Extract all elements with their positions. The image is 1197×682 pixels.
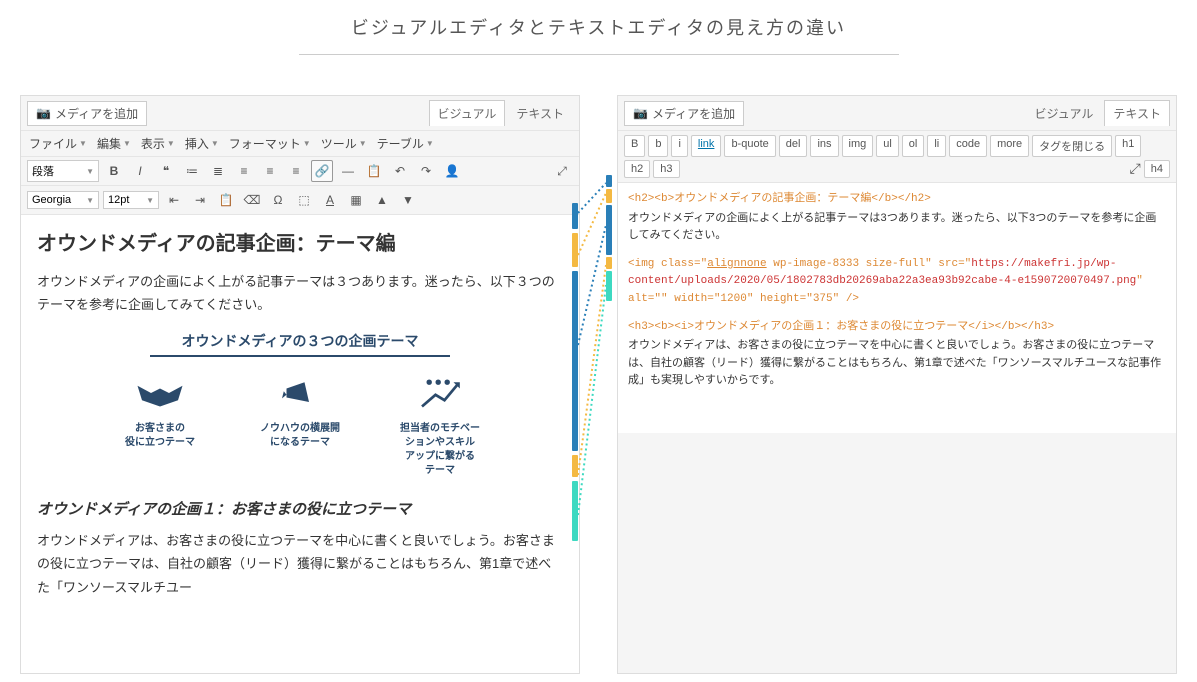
btn-li[interactable]: li — [927, 135, 946, 157]
handshake-icon — [133, 373, 187, 413]
tab-text[interactable]: テキスト — [507, 100, 573, 126]
code-line: <img class="alignnone wp-image-8333 size… — [628, 256, 1166, 309]
fullscreen-icon[interactable]: ⤢ — [1130, 160, 1141, 178]
connector-diagram — [570, 95, 614, 555]
btn-h1[interactable]: h1 — [1115, 135, 1141, 157]
tab-visual[interactable]: ビジュアル — [1026, 100, 1103, 126]
visual-content[interactable]: オウンドメディアの記事企画：テーマ編 オウンドメディアの企画によく上がる記事テー… — [21, 215, 579, 673]
content-p1: オウンドメディアの企画によく上がる記事テーマは３つあります。迷ったら、以下３つの… — [37, 270, 563, 317]
code-line: <h2><b>オウンドメディアの記事企画：テーマ編</b></h2> — [628, 191, 1166, 209]
caret-down-icon[interactable]: ▼ — [397, 189, 419, 211]
btn-ul[interactable]: ul — [876, 135, 899, 157]
toolbar-row-1: 段落▼ B I ❝ ≔ ≣ ≡ ≡ ≡ 🔗 — 📋 ↶ ↷ 👤 ⤢ — [21, 157, 579, 186]
link-button[interactable]: 🔗 — [311, 160, 333, 182]
menu-edit[interactable]: 編集▼ — [97, 135, 131, 152]
bullet-list-icon[interactable]: ≔ — [181, 160, 203, 182]
align-right-icon[interactable]: ≡ — [285, 160, 307, 182]
indent-icon[interactable]: ⇥ — [189, 189, 211, 211]
add-media-label: メディアを追加 — [652, 105, 735, 122]
bold-button[interactable]: B — [103, 160, 125, 182]
quote-icon[interactable]: ❝ — [155, 160, 177, 182]
text-content[interactable]: <h2><b>オウンドメディアの記事企画：テーマ編</b></h2> オウンドメ… — [618, 183, 1176, 433]
menu-tools[interactable]: ツール▼ — [321, 135, 367, 152]
person-icon[interactable]: 👤 — [441, 160, 463, 182]
btn-h4[interactable]: h4 — [1144, 160, 1170, 178]
tab-text[interactable]: テキスト — [1104, 100, 1170, 126]
btn-img[interactable]: img — [842, 135, 874, 157]
code-line: オウンドメディアの企画によく上がる記事テーマは3つあります。迷ったら、以下3つの… — [628, 211, 1166, 246]
undo-icon[interactable]: ↶ — [389, 160, 411, 182]
add-media-label: メディアを追加 — [55, 105, 138, 122]
code-line: オウンドメディアは、お客さまの役に立つテーマを中心に書くと良いでしょう。お客さま… — [628, 338, 1166, 391]
clip-icon[interactable]: 📋 — [363, 160, 385, 182]
menu-table[interactable]: テーブル▼ — [377, 135, 434, 152]
btn-ins[interactable]: ins — [810, 135, 838, 157]
font-select[interactable]: Georgia▼ — [27, 191, 99, 209]
code-line: <h3><b><i>オウンドメディアの企画１：お客さまの役に立つテーマ</i><… — [628, 319, 1166, 337]
theme-col-1: お客さまの 役に立つテーマ — [100, 373, 220, 478]
add-media-button[interactable]: 📷 メディアを追加 — [27, 101, 147, 126]
more-icon[interactable]: — — [337, 160, 359, 182]
btn-h3[interactable]: h3 — [653, 160, 679, 178]
growth-icon — [413, 373, 467, 413]
btn-link[interactable]: link — [691, 135, 722, 157]
align-center-icon[interactable]: ≡ — [259, 160, 281, 182]
camera-icon: 📷 — [633, 106, 648, 120]
format-icon[interactable]: ⬚ — [293, 189, 315, 211]
btn-strong[interactable]: B — [624, 135, 645, 157]
text-toolbar: B b i link b-quote del ins img ul ol li … — [618, 131, 1176, 183]
btn-ol[interactable]: ol — [902, 135, 925, 157]
color-icon[interactable]: A — [319, 189, 341, 211]
btn-more[interactable]: more — [990, 135, 1029, 157]
btn-close-tags[interactable]: タグを閉じる — [1032, 135, 1112, 157]
menu-view[interactable]: 表示▼ — [141, 135, 175, 152]
content-image: オウンドメディアの３つの企画テーマ お客さまの 役に立つテーマ ノウハウの横展開… — [90, 331, 510, 478]
clear-icon[interactable]: ⌫ — [241, 189, 263, 211]
btn-h2[interactable]: h2 — [624, 160, 650, 178]
btn-b[interactable]: b — [648, 135, 668, 157]
menu-file[interactable]: ファイル▼ — [29, 135, 87, 152]
visual-editor-panel: 📷 メディアを追加 ビジュアル テキスト ファイル▼ 編集▼ 表示▼ 挿入▼ フ… — [20, 95, 580, 674]
btn-code[interactable]: code — [949, 135, 987, 157]
char-icon[interactable]: Ω — [267, 189, 289, 211]
content-h2: オウンドメディアの記事企画：テーマ編 — [37, 227, 563, 256]
menu-bar: ファイル▼ 編集▼ 表示▼ 挿入▼ フォーマット▼ ツール▼ テーブル▼ — [21, 131, 579, 157]
title-rule — [299, 54, 899, 55]
btn-bquote[interactable]: b-quote — [724, 135, 775, 157]
number-list-icon[interactable]: ≣ — [207, 160, 229, 182]
content-p2: オウンドメディアは、お客さまの役に立つテーマを中心に書くと良いでしょう。お客さま… — [37, 529, 563, 599]
megaphone-icon — [273, 373, 327, 413]
paste-icon[interactable]: 📋 — [215, 189, 237, 211]
menu-format[interactable]: フォーマット▼ — [229, 135, 311, 152]
align-left-icon[interactable]: ≡ — [233, 160, 255, 182]
btn-i[interactable]: i — [671, 135, 687, 157]
add-media-button[interactable]: 📷 メディアを追加 — [624, 101, 744, 126]
outdent-icon[interactable]: ⇤ — [163, 189, 185, 211]
grid-icon[interactable]: ▦ — [345, 189, 367, 211]
page-title: ビジュアルエディタとテキストエディタの見え方の違い — [0, 8, 1197, 54]
redo-icon[interactable]: ↷ — [415, 160, 437, 182]
content-h3: オウンドメディアの企画１：お客さまの役に立つテーマ — [37, 498, 563, 519]
tab-visual[interactable]: ビジュアル — [429, 100, 506, 126]
size-select[interactable]: 12pt▼ — [103, 191, 159, 209]
image-title: オウンドメディアの３つの企画テーマ — [150, 331, 450, 357]
menu-insert[interactable]: 挿入▼ — [185, 135, 219, 152]
text-editor-panel: 📷 メディアを追加 ビジュアル テキスト B b i link b-quote … — [617, 95, 1177, 674]
btn-del[interactable]: del — [779, 135, 808, 157]
theme-col-3: 担当者のモチベー ションやスキル アップに繋がる テーマ — [380, 373, 500, 478]
theme-col-2: ノウハウの横展開 になるテーマ — [240, 373, 360, 478]
toolbar-row-2: Georgia▼ 12pt▼ ⇤ ⇥ 📋 ⌫ Ω ⬚ A ▦ ▲ ▼ — [21, 186, 579, 215]
italic-button[interactable]: I — [129, 160, 151, 182]
paragraph-select[interactable]: 段落▼ — [27, 160, 99, 182]
caret-up-icon[interactable]: ▲ — [371, 189, 393, 211]
camera-icon: 📷 — [36, 106, 51, 120]
